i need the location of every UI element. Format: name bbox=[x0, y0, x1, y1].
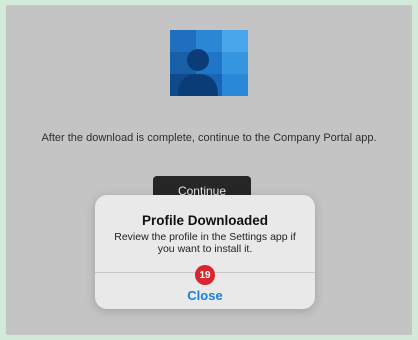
step-number-badge: 19 bbox=[195, 265, 215, 285]
profile-downloaded-alert: Profile Downloaded Review the profile in… bbox=[95, 195, 315, 309]
app-screen: After the download is complete, continue… bbox=[6, 5, 412, 335]
alert-title: Profile Downloaded bbox=[141, 213, 268, 228]
alert-message: Review the profile in the Settings app i… bbox=[114, 231, 296, 255]
company-portal-logo-icon bbox=[170, 30, 248, 96]
info-text: After the download is complete, continue… bbox=[41, 132, 377, 144]
close-button[interactable]: Close bbox=[95, 288, 315, 303]
